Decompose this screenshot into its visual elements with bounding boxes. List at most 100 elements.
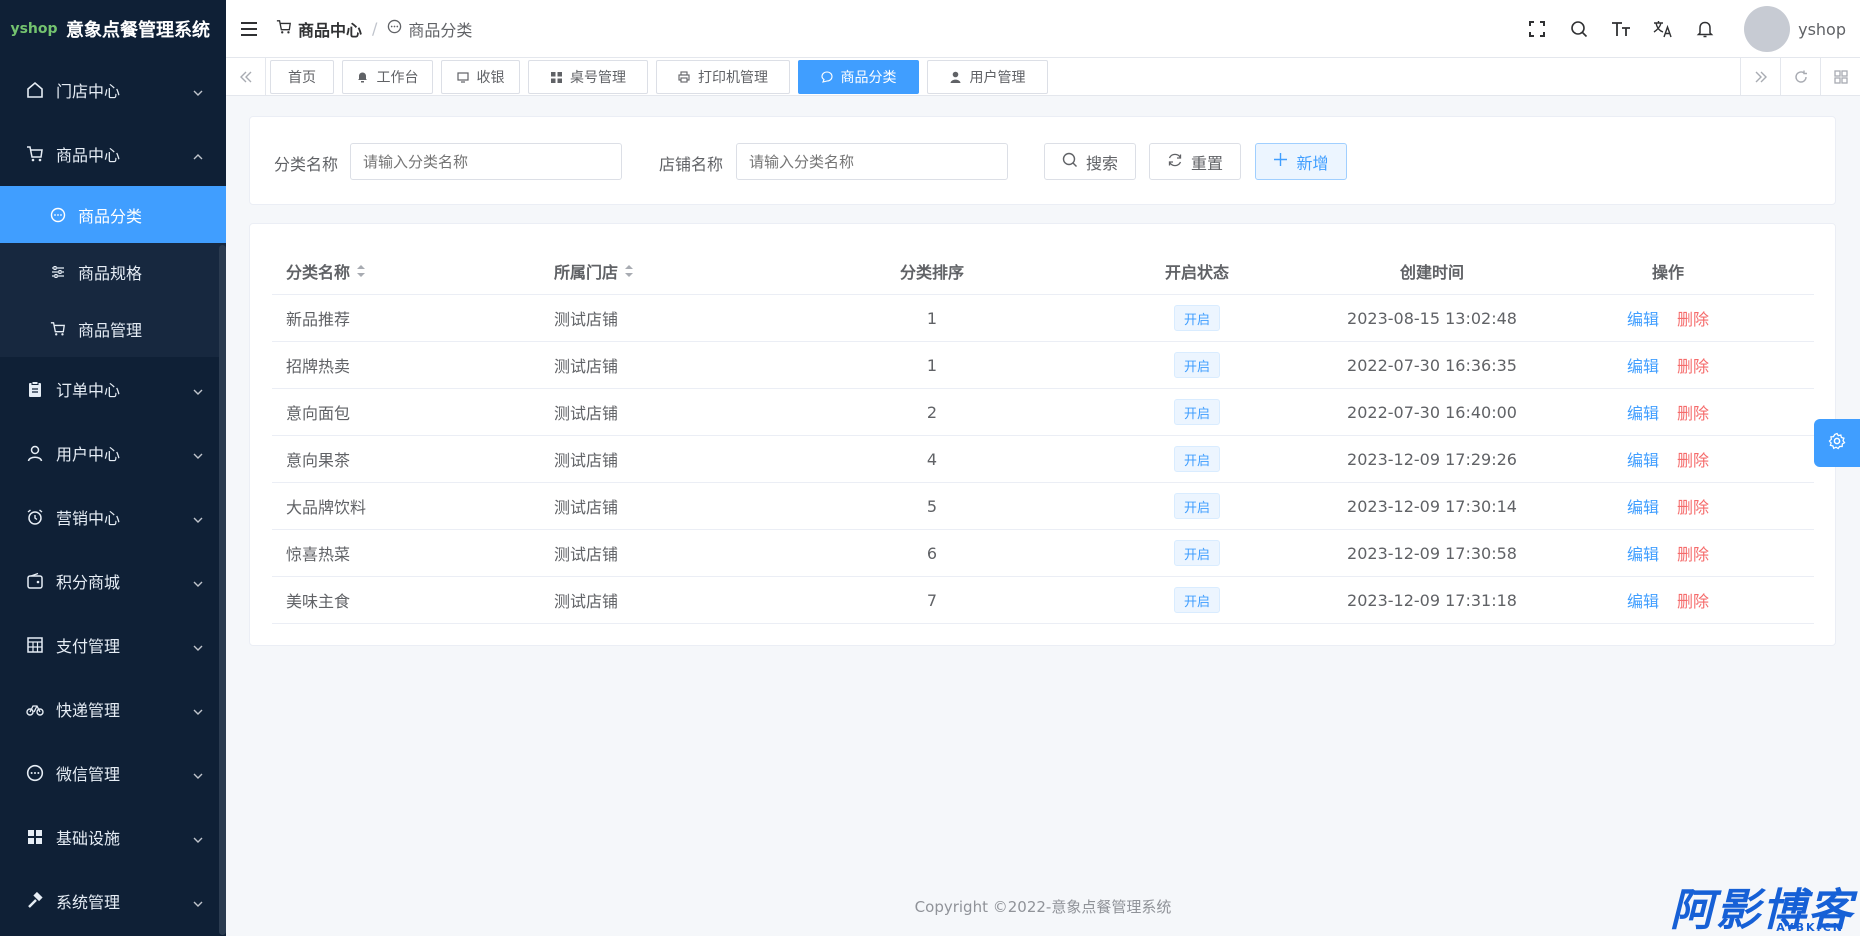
cell-actions: 编辑 删除: [1522, 588, 1814, 612]
table-row: 美味主食 测试店铺 7 开启 2023-12-09 17:31:18 编辑 删除: [272, 577, 1814, 624]
sidebar-item-infrastructure[interactable]: 基础设施: [0, 805, 226, 869]
reset-button-label: 重置: [1190, 153, 1223, 173]
edit-button[interactable]: 编辑: [1627, 541, 1659, 565]
table-row: 意向面包 测试店铺 2 开启 2022-07-30 16:40:00 编辑 删除: [272, 389, 1814, 436]
reset-button[interactable]: 重置: [1149, 143, 1241, 180]
tab-user-manage[interactable]: 用户管理: [927, 60, 1048, 94]
cell-name: 大品牌饮料: [286, 498, 367, 517]
delete-button[interactable]: 删除: [1677, 400, 1709, 424]
cell-created: 2023-12-09 17:29:26: [1347, 449, 1517, 469]
column-store[interactable]: 所属门店: [542, 259, 812, 283]
cell-sort: 1: [926, 308, 938, 328]
cell-actions: 编辑 删除: [1522, 306, 1814, 330]
sidebar-item-label: 商品规格: [78, 263, 143, 283]
sort-caret-icon[interactable]: [356, 263, 366, 279]
search-button[interactable]: 搜索: [1044, 143, 1136, 180]
fullscreen-icon[interactable]: [1526, 18, 1548, 40]
sidebar-item-points-mall[interactable]: 积分商城: [0, 549, 226, 613]
refresh-icon[interactable]: [1780, 58, 1820, 96]
avatar[interactable]: [1744, 6, 1791, 52]
grid-icon: [550, 71, 562, 83]
column-category-name[interactable]: 分类名称: [272, 259, 542, 283]
cell-store: 测试店铺: [554, 451, 619, 470]
breadcrumb-parent[interactable]: 商品中心: [276, 17, 362, 41]
delete-button[interactable]: 删除: [1677, 588, 1709, 612]
edit-button[interactable]: 编辑: [1627, 494, 1659, 518]
user-icon: [950, 71, 962, 83]
sort-caret-icon[interactable]: [624, 263, 634, 279]
cell-store: 测试店铺: [554, 498, 619, 517]
chevron-down-icon: [192, 383, 204, 395]
sidebar-item-system[interactable]: 系统管理: [0, 869, 226, 933]
sidebar-item-marketing-center[interactable]: 营销中心: [0, 485, 226, 549]
cell-name: 意向面包: [286, 404, 351, 423]
tab-cashier[interactable]: 收银: [441, 60, 520, 94]
chat-icon: [26, 764, 44, 782]
tab-home[interactable]: 首页: [270, 60, 334, 94]
tags-view: 首页 工作台 收银 桌号管理 打印机管理 商品分类 用户管理: [226, 58, 1860, 96]
sidebar-item-store-center[interactable]: 门店中心: [0, 58, 226, 122]
sidebar-scrollbar[interactable]: [219, 245, 226, 935]
translate-icon[interactable]: [1652, 18, 1674, 40]
category-name-label: 分类名称: [274, 155, 339, 174]
search-icon[interactable]: [1568, 18, 1590, 40]
sidebar-item-label: 积分商城: [56, 573, 121, 592]
cell-actions: 编辑 删除: [1522, 541, 1814, 565]
sidebar-item-goods-category[interactable]: 商品分类: [0, 186, 226, 243]
username[interactable]: yshop: [1798, 20, 1846, 39]
category-name-input[interactable]: [350, 143, 622, 180]
sidebar-item-goods-spec[interactable]: 商品规格: [0, 243, 226, 300]
delete-button[interactable]: 删除: [1677, 494, 1709, 518]
cell-status: 开启: [1052, 540, 1342, 566]
tab-workbench[interactable]: 工作台: [342, 60, 433, 94]
cell-status: 开启: [1052, 305, 1342, 331]
store-name-input[interactable]: [736, 143, 1008, 180]
chevron-down-icon: [192, 703, 204, 715]
edit-button[interactable]: 编辑: [1627, 306, 1659, 330]
delete-button[interactable]: 删除: [1677, 541, 1709, 565]
footer-copyright: Copyright ©2022-意象点餐管理系统: [914, 898, 1172, 916]
settings-button[interactable]: [1814, 419, 1860, 467]
delete-button[interactable]: 删除: [1677, 353, 1709, 377]
home-icon: [26, 81, 44, 99]
tab-label: 打印机管理: [698, 70, 768, 86]
double-chevron-right-icon[interactable]: [1740, 58, 1780, 96]
sidebar-item-payment[interactable]: 支付管理: [0, 613, 226, 677]
tab-goods-category[interactable]: 商品分类: [798, 60, 919, 94]
font-size-icon[interactable]: [1610, 18, 1632, 40]
double-chevron-left-icon[interactable]: [226, 58, 266, 96]
tab-printer[interactable]: 打印机管理: [656, 60, 790, 94]
edit-button[interactable]: 编辑: [1627, 353, 1659, 377]
sidebar-item-goods-center[interactable]: 商品中心: [0, 122, 226, 186]
apps-grid-icon[interactable]: [1820, 58, 1860, 96]
chat-icon: [820, 71, 833, 83]
chevron-down-icon: [192, 447, 204, 459]
breadcrumb: 商品中心 / 商品分类: [276, 17, 472, 41]
edit-button[interactable]: 编辑: [1627, 447, 1659, 471]
sidebar-item-order-center[interactable]: 订单中心: [0, 357, 226, 421]
top-header: 商品中心 / 商品分类 yshop: [226, 0, 1860, 58]
sidebar-item-label: 微信管理: [56, 765, 121, 784]
cell-sort: 2: [926, 402, 938, 422]
tab-table-number[interactable]: 桌号管理: [528, 60, 648, 94]
cell-name: 惊喜热菜: [286, 545, 351, 564]
add-button[interactable]: 新增: [1255, 143, 1347, 180]
cell-store: 测试店铺: [554, 592, 619, 611]
goods-submenu: 商品分类 商品规格 商品管理: [0, 186, 226, 357]
tab-label: 桌号管理: [570, 70, 626, 86]
delete-button[interactable]: 删除: [1677, 447, 1709, 471]
header-tools: yshop: [1506, 0, 1860, 58]
sidebar-item-express[interactable]: 快递管理: [0, 677, 226, 741]
edit-button[interactable]: 编辑: [1627, 400, 1659, 424]
bell-icon[interactable]: [1694, 18, 1716, 40]
menu-toggle-icon[interactable]: [240, 20, 258, 38]
table-row: 意向果茶 测试店铺 4 开启 2023-12-09 17:29:26 编辑 删除: [272, 436, 1814, 483]
delete-button[interactable]: 删除: [1677, 306, 1709, 330]
logo[interactable]: yshop 意象点餐管理系统: [0, 0, 226, 58]
sidebar-item-goods-manage[interactable]: 商品管理: [0, 300, 226, 357]
calculator-icon: [26, 636, 44, 654]
edit-button[interactable]: 编辑: [1627, 588, 1659, 612]
sidebar-item-user-center[interactable]: 用户中心: [0, 421, 226, 485]
sidebar-item-label: 快递管理: [56, 701, 121, 720]
sidebar-item-wechat[interactable]: 微信管理: [0, 741, 226, 805]
